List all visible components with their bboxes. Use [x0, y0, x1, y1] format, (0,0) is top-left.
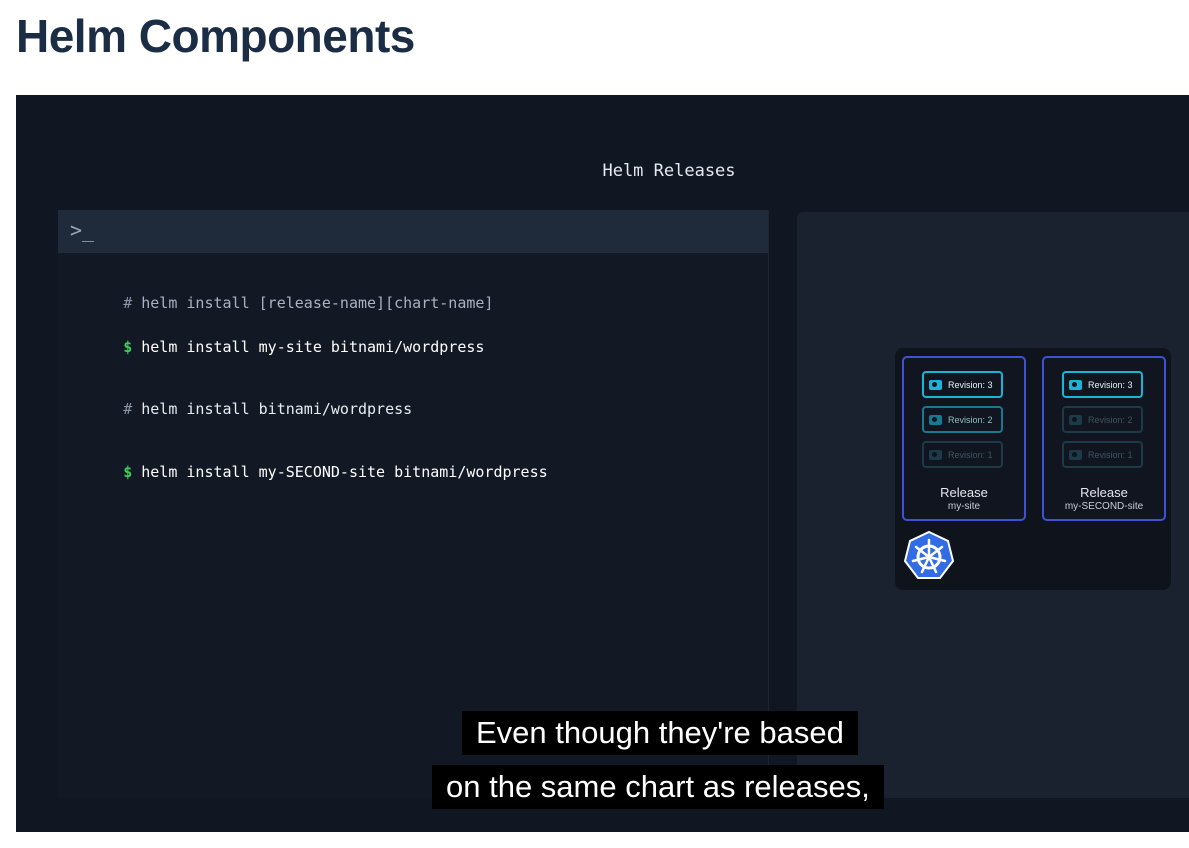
terminal-line: $ helm install my-SECOND-site bitnami/wo…	[69, 445, 548, 499]
release-name: my-SECOND-site	[1064, 501, 1144, 512]
scene-title: Helm Releases	[602, 161, 736, 181]
revision-badge: Revision: 1	[922, 441, 1003, 468]
revision-badge: Revision: 3	[922, 371, 1003, 398]
terminal-line-text: helm install [release-name][chart-name]	[141, 294, 494, 312]
revision-label: Revision: 3	[948, 379, 993, 390]
camera-icon	[929, 414, 942, 425]
terminal-title-bar: >_	[58, 210, 768, 253]
release-name: my-site	[947, 501, 981, 512]
revision-badge: Revision: 2	[922, 406, 1003, 433]
revision-label: Revision: 1	[1088, 449, 1133, 460]
release-label: Release	[1080, 485, 1128, 500]
prompt-dollar-symbol: $	[123, 463, 133, 481]
prompt-dollar-symbol: $	[123, 338, 133, 356]
revision-badge: Revision: 3	[1062, 371, 1143, 398]
revision-badge: Revision: 1	[1062, 441, 1143, 468]
terminal-line: $ helm install my-site bitnami/wordpress	[69, 320, 484, 374]
terminal-prompt-icon: >_	[70, 218, 95, 242]
camera-icon	[929, 379, 942, 390]
video-player[interactable]: Helm Releases >_ # helm install [release…	[16, 95, 1189, 832]
comment-symbol: #	[123, 294, 133, 312]
terminal-line-text: helm install bitnami/wordpress	[141, 400, 413, 418]
terminal-line: # helm install bitnami/wordpress	[69, 382, 412, 436]
kubernetes-helm-wheel-icon	[903, 530, 955, 579]
camera-icon	[1069, 414, 1082, 425]
comment-symbol: #	[123, 400, 133, 418]
revision-label: Revision: 2	[948, 414, 993, 425]
terminal-window: >_ # helm install [release-name][chart-n…	[58, 210, 769, 798]
terminal-line-text: helm install my-SECOND-site bitnami/word…	[141, 463, 548, 481]
camera-icon	[1069, 449, 1082, 460]
terminal-line-text: helm install my-site bitnami/wordpress	[141, 338, 485, 356]
revision-label: Revision: 1	[948, 449, 993, 460]
kubernetes-cluster: Revision: 3 Revision: 2 Revision: 1 Rele…	[895, 348, 1171, 590]
caption-line: Even though they're based	[462, 711, 858, 755]
revision-label: Revision: 3	[1088, 379, 1133, 390]
camera-icon	[929, 449, 942, 460]
release-label: Release	[940, 485, 988, 500]
release-card-my-site: Revision: 3 Revision: 2 Revision: 1 Rele…	[902, 356, 1026, 521]
revision-label: Revision: 2	[1088, 414, 1133, 425]
revision-badge: Revision: 2	[1062, 406, 1143, 433]
release-card-my-second-site: Revision: 3 Revision: 2 Revision: 1 Rele…	[1042, 356, 1166, 521]
camera-icon	[1069, 379, 1082, 390]
page-title: Helm Components	[16, 10, 415, 62]
caption-line: on the same chart as releases,	[432, 765, 884, 809]
